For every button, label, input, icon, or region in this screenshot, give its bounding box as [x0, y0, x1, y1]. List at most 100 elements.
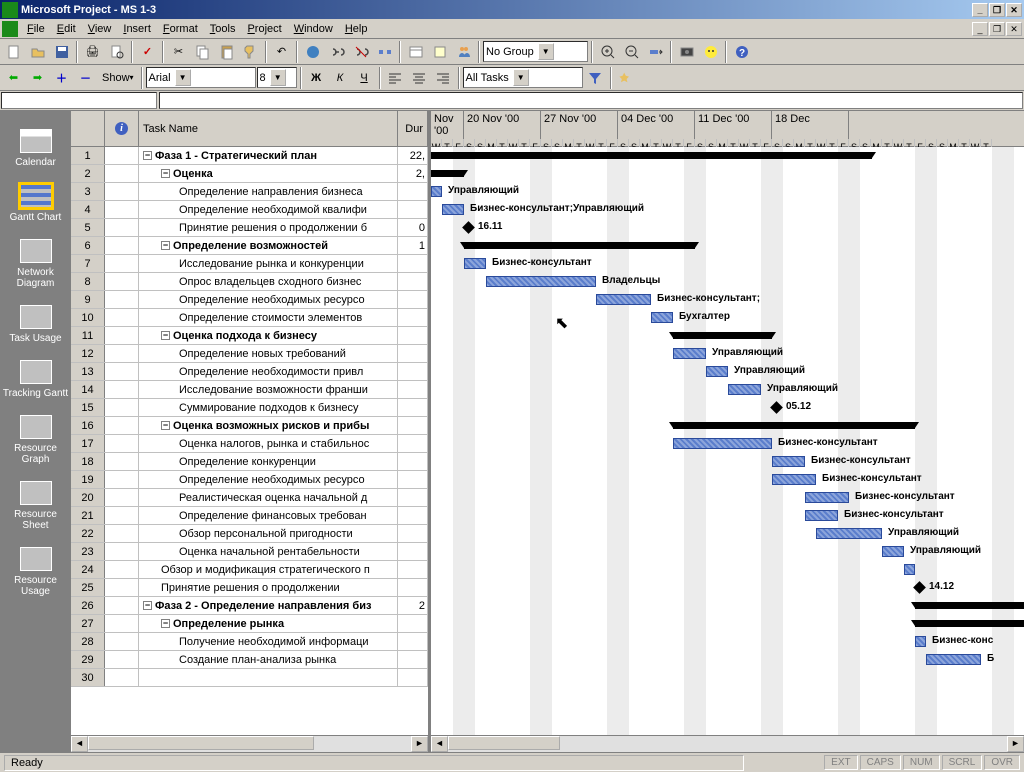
- table-row[interactable]: 12Определение новых требований: [71, 345, 428, 363]
- dur-column-header[interactable]: Dur: [398, 111, 428, 146]
- row-number[interactable]: 9: [71, 291, 105, 308]
- underline-button[interactable]: Ч: [353, 67, 376, 89]
- duration-cell[interactable]: [398, 561, 428, 578]
- entry-edit-box[interactable]: [159, 92, 1023, 109]
- align-center-button[interactable]: [408, 67, 431, 89]
- task-name-cell[interactable]: Определение финансовых требован: [139, 507, 398, 524]
- info-cell[interactable]: [105, 453, 139, 470]
- duration-cell[interactable]: 0: [398, 219, 428, 236]
- row-number[interactable]: 18: [71, 453, 105, 470]
- hyperlink-button[interactable]: [301, 41, 324, 63]
- group-by-select[interactable]: No Group▼: [483, 41, 588, 62]
- duration-cell[interactable]: [398, 669, 428, 686]
- duration-cell[interactable]: [398, 507, 428, 524]
- info-cell[interactable]: [105, 363, 139, 380]
- row-number[interactable]: 13: [71, 363, 105, 380]
- row-number[interactable]: 24: [71, 561, 105, 578]
- task-bar[interactable]: [805, 510, 838, 521]
- align-left-button[interactable]: [384, 67, 407, 89]
- row-number[interactable]: 14: [71, 381, 105, 398]
- collapse-icon[interactable]: −: [161, 331, 170, 340]
- row-number[interactable]: 12: [71, 345, 105, 362]
- restore-button[interactable]: ❐: [989, 3, 1005, 17]
- table-row[interactable]: 7Исследование рынка и конкуренции: [71, 255, 428, 273]
- summary-bar[interactable]: [464, 242, 695, 249]
- row-number[interactable]: 5: [71, 219, 105, 236]
- row-number[interactable]: 10: [71, 309, 105, 326]
- font-select[interactable]: Arial▼: [146, 67, 256, 88]
- task-name-cell[interactable]: −Оценка: [139, 165, 398, 182]
- collapse-icon[interactable]: −: [161, 421, 170, 430]
- duration-cell[interactable]: [398, 579, 428, 596]
- milestone-marker[interactable]: [462, 221, 475, 234]
- menu-format[interactable]: Format: [157, 21, 204, 37]
- row-number[interactable]: 11: [71, 327, 105, 344]
- outline-plus-button[interactable]: ＋: [50, 67, 73, 89]
- task-name-cell[interactable]: −Определение возможностей: [139, 237, 398, 254]
- autofilter-button[interactable]: [584, 67, 607, 89]
- row-number[interactable]: 19: [71, 471, 105, 488]
- info-cell[interactable]: [105, 345, 139, 362]
- table-row[interactable]: 30: [71, 669, 428, 687]
- collapse-icon[interactable]: −: [143, 151, 152, 160]
- table-row[interactable]: 9 Определение необходимых ресурсо: [71, 291, 428, 309]
- task-name-cell[interactable]: [139, 669, 398, 686]
- table-row[interactable]: 16−Оценка возможных рисков и прибы: [71, 417, 428, 435]
- table-row[interactable]: 14 Исследование возможности франши: [71, 381, 428, 399]
- task-name-cell[interactable]: Принятие решения о продолжении: [139, 579, 398, 596]
- info-cell[interactable]: [105, 489, 139, 506]
- duration-cell[interactable]: [398, 183, 428, 200]
- row-number[interactable]: 22: [71, 525, 105, 542]
- task-name-cell[interactable]: Исследование возможности франши: [139, 381, 398, 398]
- duration-cell[interactable]: [398, 651, 428, 668]
- table-row[interactable]: 18Определение конкуренции: [71, 453, 428, 471]
- view-calendar[interactable]: Calendar: [0, 123, 71, 178]
- menu-view[interactable]: View: [82, 21, 118, 37]
- table-row[interactable]: 20Реалистическая оценка начальной д: [71, 489, 428, 507]
- summary-bar[interactable]: [673, 422, 915, 429]
- task-name-cell[interactable]: Определение необходимой квалифи: [139, 201, 398, 218]
- info-cell[interactable]: [105, 525, 139, 542]
- summary-bar[interactable]: [673, 332, 772, 339]
- row-number[interactable]: 15: [71, 399, 105, 416]
- task-name-cell[interactable]: Исследование рынка и конкуренции: [139, 255, 398, 272]
- row-number[interactable]: 30: [71, 669, 105, 686]
- duration-cell[interactable]: [398, 309, 428, 326]
- info-cell[interactable]: [105, 381, 139, 398]
- row-number[interactable]: 6: [71, 237, 105, 254]
- duration-cell[interactable]: 22,: [398, 147, 428, 164]
- duration-cell[interactable]: [398, 201, 428, 218]
- task-name-cell[interactable]: Определение необходимых ресурсо: [139, 291, 398, 308]
- task-info-button[interactable]: [404, 41, 427, 63]
- summary-bar[interactable]: [431, 170, 464, 177]
- menu-window[interactable]: Window: [288, 21, 339, 37]
- table-row[interactable]: 23Оценка начальной рентабельности: [71, 543, 428, 561]
- duration-cell[interactable]: [398, 489, 428, 506]
- task-bar[interactable]: [926, 654, 981, 665]
- table-row[interactable]: 15Суммирование подходов к бизнесу: [71, 399, 428, 417]
- menu-insert[interactable]: Insert: [117, 21, 157, 37]
- print-preview-button[interactable]: [105, 41, 128, 63]
- duration-cell[interactable]: [398, 327, 428, 344]
- info-cell[interactable]: [105, 417, 139, 434]
- task-name-cell[interactable]: Опрос владельцев сходного бизнес: [139, 273, 398, 290]
- duration-cell[interactable]: [398, 615, 428, 632]
- task-bar[interactable]: [464, 258, 486, 269]
- duration-cell[interactable]: [398, 417, 428, 434]
- outline-minus-button[interactable]: －: [74, 67, 97, 89]
- summary-bar[interactable]: [431, 152, 872, 159]
- table-row[interactable]: 24Обзор и модификация стратегического п: [71, 561, 428, 579]
- show-outline-button[interactable]: Show ▾: [98, 67, 138, 89]
- collapse-icon[interactable]: −: [161, 619, 170, 628]
- info-cell[interactable]: [105, 273, 139, 290]
- gantt-wizard-button[interactable]: [615, 67, 638, 89]
- duration-cell[interactable]: [398, 633, 428, 650]
- scroll-right-button[interactable]: ►: [411, 736, 428, 752]
- task-name-cell[interactable]: Обзор персональной пригодности: [139, 525, 398, 542]
- link-tasks-button[interactable]: [325, 41, 348, 63]
- unlink-tasks-button[interactable]: [349, 41, 372, 63]
- info-cell[interactable]: [105, 201, 139, 218]
- info-cell[interactable]: [105, 561, 139, 578]
- row-number[interactable]: 1: [71, 147, 105, 164]
- info-cell[interactable]: [105, 237, 139, 254]
